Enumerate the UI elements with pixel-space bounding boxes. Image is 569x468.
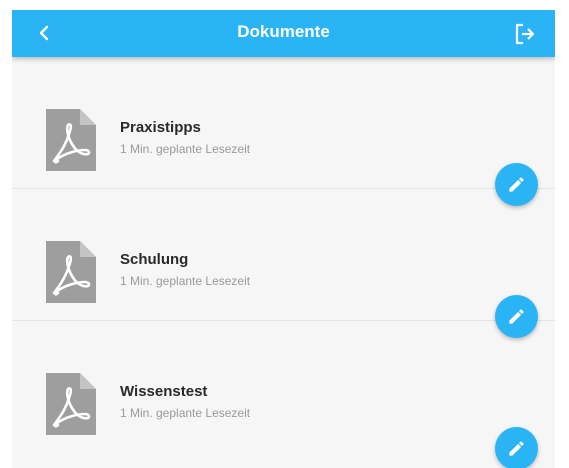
document-title: Wissenstest [120, 383, 208, 400]
edit-button[interactable] [495, 427, 538, 468]
pdf-document-icon [46, 373, 96, 435]
document-title: Schulung [120, 251, 189, 268]
document-item-wissenstest[interactable]: Wissenstest 1 Min. geplante Lesezeit [12, 321, 555, 468]
app-bar: Dokumente [12, 10, 555, 57]
pdf-document-icon [46, 241, 96, 303]
pencil-icon [509, 441, 524, 456]
pdf-document-icon [46, 109, 96, 171]
document-reading-time: 1 Min. geplante Lesezeit [120, 274, 251, 288]
document-reading-time: 1 Min. geplante Lesezeit [120, 406, 251, 420]
page-title: Dokumente [237, 22, 330, 41]
document-reading-time: 1 Min. geplante Lesezeit [120, 142, 251, 156]
document-item-praxistipps[interactable]: Praxistipps 1 Min. geplante Lesezeit [12, 57, 555, 206]
logout-button[interactable] [513, 22, 537, 46]
document-title: Praxistipps [120, 119, 201, 136]
app-screen: Dokumente Praxistipps 1 Min. geplante Le… [12, 10, 555, 468]
logout-icon [515, 23, 535, 45]
document-list: Praxistipps 1 Min. geplante Lesezeit Sch… [12, 57, 555, 468]
document-item-schulung[interactable]: Schulung 1 Min. geplante Lesezeit [12, 189, 555, 338]
